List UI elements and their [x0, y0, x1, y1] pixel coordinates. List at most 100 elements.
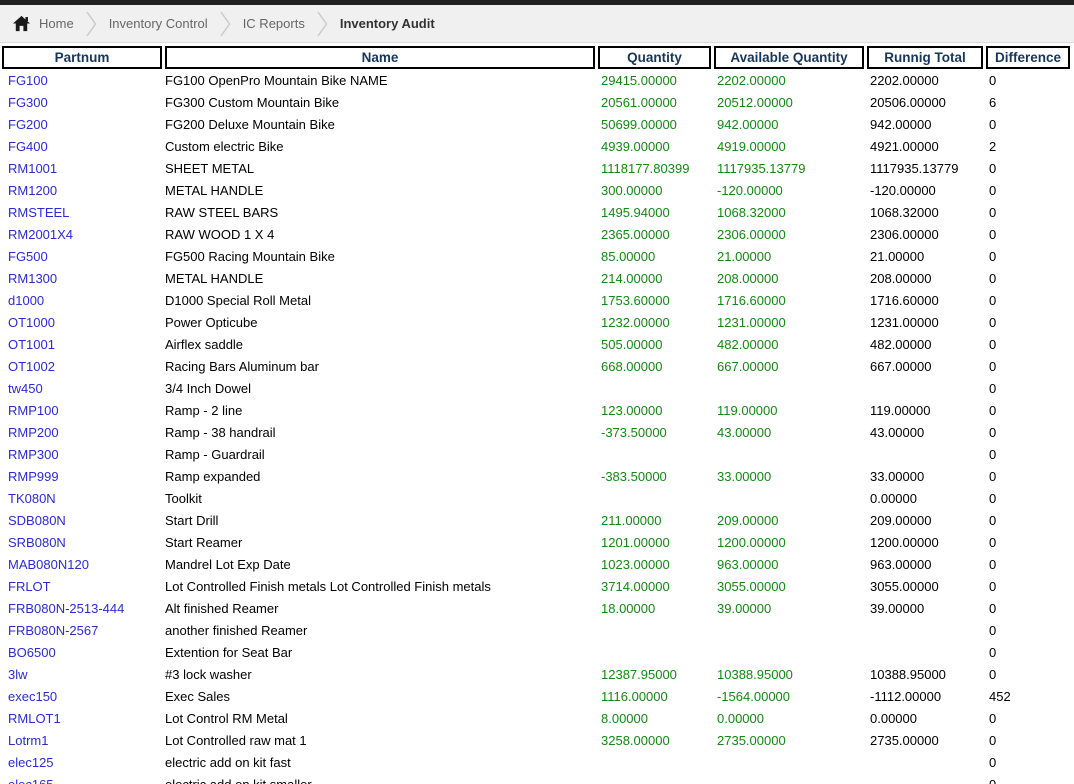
- cell-partnum[interactable]: FG300: [2, 92, 162, 114]
- table-row: RMLOT1Lot Control RM Metal8.000000.00000…: [0, 708, 1074, 730]
- cell-difference: 0: [986, 114, 1070, 136]
- table-row: RM1001SHEET METAL1118177.803991117935.13…: [0, 158, 1074, 180]
- cell-available: 119.00000: [714, 400, 864, 422]
- cell-running: 0.00000: [867, 708, 983, 730]
- cell-partnum[interactable]: 3lw: [2, 664, 162, 686]
- cell-available: 667.00000: [714, 356, 864, 378]
- breadcrumb-chevron-icon: [220, 9, 231, 39]
- cell-available: 0.00000: [714, 708, 864, 730]
- cell-running: 43.00000: [867, 422, 983, 444]
- cell-running: 1117935.13779: [867, 158, 983, 180]
- home-icon[interactable]: [12, 14, 31, 33]
- cell-partnum[interactable]: OT1002: [2, 356, 162, 378]
- cell-available: 963.00000: [714, 554, 864, 576]
- cell-difference: 2: [986, 136, 1070, 158]
- cell-difference: 0: [986, 510, 1070, 532]
- cell-running: [867, 620, 983, 642]
- cell-partnum[interactable]: FG400: [2, 136, 162, 158]
- column-header-available-quantity: Available Quantity: [714, 46, 864, 69]
- table-row: OT1000Power Opticube1232.000001231.00000…: [0, 312, 1074, 334]
- breadcrumb-item-inventory-control[interactable]: Inventory Control: [109, 16, 208, 31]
- cell-quantity: 668.00000: [598, 356, 711, 378]
- cell-running: 0.00000: [867, 488, 983, 510]
- cell-quantity: 8.00000: [598, 708, 711, 730]
- cell-difference: 0: [986, 532, 1070, 554]
- cell-partnum[interactable]: FG200: [2, 114, 162, 136]
- cell-partnum[interactable]: FRB080N-2513-444: [2, 598, 162, 620]
- table-row: exec150Exec Sales1116.00000-1564.00000-1…: [0, 686, 1074, 708]
- cell-running: 10388.95000: [867, 664, 983, 686]
- cell-partnum[interactable]: tw450: [2, 378, 162, 400]
- breadcrumb: HomeInventory ControlIC ReportsInventory…: [0, 5, 1074, 43]
- cell-partnum[interactable]: RMP200: [2, 422, 162, 444]
- cell-partnum[interactable]: RMLOT1: [2, 708, 162, 730]
- table-row: RM2001X4RAW WOOD 1 X 42365.000002306.000…: [0, 224, 1074, 246]
- cell-available: 208.00000: [714, 268, 864, 290]
- cell-partnum[interactable]: FG100: [2, 70, 162, 92]
- cell-partnum[interactable]: RMP100: [2, 400, 162, 422]
- cell-name: Start Drill: [165, 510, 595, 532]
- cell-available: [714, 752, 864, 774]
- cell-running: [867, 774, 983, 784]
- cell-difference: 0: [986, 356, 1070, 378]
- table-header-row: PartnumNameQuantityAvailable QuantityRun…: [0, 46, 1074, 69]
- cell-partnum[interactable]: exec150: [2, 686, 162, 708]
- cell-difference: 452: [986, 686, 1070, 708]
- cell-running: 119.00000: [867, 400, 983, 422]
- cell-difference: 0: [986, 180, 1070, 202]
- cell-name: electric add on kit smaller: [165, 774, 595, 784]
- cell-quantity: -373.50000: [598, 422, 711, 444]
- breadcrumb-item-home[interactable]: Home: [39, 16, 74, 31]
- cell-quantity: 123.00000: [598, 400, 711, 422]
- cell-quantity: [598, 774, 711, 784]
- cell-partnum[interactable]: OT1001: [2, 334, 162, 356]
- column-header-quantity: Quantity: [598, 46, 711, 69]
- cell-difference: 0: [986, 774, 1070, 784]
- cell-difference: 0: [986, 224, 1070, 246]
- cell-quantity: 505.00000: [598, 334, 711, 356]
- cell-partnum[interactable]: Lotrm1: [2, 730, 162, 752]
- table-row: FG400Custom electric Bike4939.000004919.…: [0, 136, 1074, 158]
- table-row: RMP300Ramp - Guardrail0: [0, 444, 1074, 466]
- cell-running: 2306.00000: [867, 224, 983, 246]
- cell-partnum[interactable]: elec165: [2, 774, 162, 784]
- cell-running: 208.00000: [867, 268, 983, 290]
- cell-quantity: 1201.00000: [598, 532, 711, 554]
- cell-quantity: 18.00000: [598, 598, 711, 620]
- cell-partnum[interactable]: FRLOT: [2, 576, 162, 598]
- breadcrumb-item-ic-reports[interactable]: IC Reports: [243, 16, 305, 31]
- cell-quantity: 20561.00000: [598, 92, 711, 114]
- cell-available: [714, 488, 864, 510]
- cell-running: 3055.00000: [867, 576, 983, 598]
- cell-partnum[interactable]: SDB080N: [2, 510, 162, 532]
- cell-name: 3/4 Inch Dowel: [165, 378, 595, 400]
- cell-available: 2202.00000: [714, 70, 864, 92]
- cell-difference: 0: [986, 70, 1070, 92]
- cell-partnum[interactable]: RMP300: [2, 444, 162, 466]
- cell-partnum[interactable]: d1000: [2, 290, 162, 312]
- cell-partnum[interactable]: OT1000: [2, 312, 162, 334]
- cell-partnum[interactable]: RM1300: [2, 268, 162, 290]
- cell-available: 3055.00000: [714, 576, 864, 598]
- cell-running: 1068.32000: [867, 202, 983, 224]
- table-row: elec125electric add on kit fast0: [0, 752, 1074, 774]
- cell-partnum[interactable]: elec125: [2, 752, 162, 774]
- cell-partnum[interactable]: SRB080N: [2, 532, 162, 554]
- cell-partnum[interactable]: RM1001: [2, 158, 162, 180]
- cell-partnum[interactable]: RMSTEEL: [2, 202, 162, 224]
- cell-partnum[interactable]: RM2001X4: [2, 224, 162, 246]
- table-row: OT1002Racing Bars Aluminum bar668.000006…: [0, 356, 1074, 378]
- cell-partnum[interactable]: TK080N: [2, 488, 162, 510]
- table-row: FG100FG100 OpenPro Mountain Bike NAME294…: [0, 70, 1074, 92]
- cell-partnum[interactable]: RMP999: [2, 466, 162, 488]
- cell-partnum[interactable]: MAB080N120: [2, 554, 162, 576]
- cell-partnum[interactable]: RM1200: [2, 180, 162, 202]
- cell-partnum[interactable]: FRB080N-2567: [2, 620, 162, 642]
- table-row: RMP999Ramp expanded-383.5000033.0000033.…: [0, 466, 1074, 488]
- cell-difference: 0: [986, 730, 1070, 752]
- cell-name: Ramp expanded: [165, 466, 595, 488]
- cell-partnum[interactable]: BO6500: [2, 642, 162, 664]
- cell-name: Racing Bars Aluminum bar: [165, 356, 595, 378]
- cell-difference: 0: [986, 158, 1070, 180]
- cell-partnum[interactable]: FG500: [2, 246, 162, 268]
